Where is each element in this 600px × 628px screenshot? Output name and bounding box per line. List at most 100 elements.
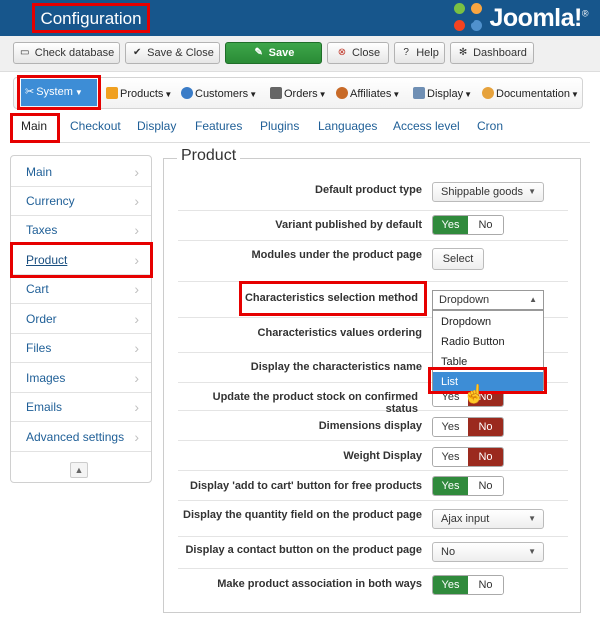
tab-languages[interactable]: Languages (318, 119, 377, 133)
option-radio-button[interactable]: Radio Button (433, 332, 543, 352)
add-to-cart-free-toggle[interactable]: Yes No (432, 476, 504, 496)
toggle-yes[interactable]: Yes (433, 477, 468, 495)
hand-cursor-icon: ☝ (463, 384, 486, 404)
customers-icon (181, 87, 193, 99)
tab-features[interactable]: Features (195, 119, 242, 133)
highlight-sidebar-product (10, 242, 153, 278)
sidebar-item-emails[interactable]: Emails › (11, 393, 151, 422)
check-database-icon: ▭ (20, 47, 30, 58)
menu-products[interactable]: Products▼ (106, 86, 172, 102)
highlight-list-option (428, 367, 547, 394)
contact-button-select[interactable]: No ▼ (432, 542, 544, 562)
tab-main[interactable]: Main (21, 119, 47, 133)
label-default-product-type: Default product type (315, 184, 422, 196)
check-database-button[interactable]: ▭ Check database (13, 42, 120, 64)
label-quantity-field: Display the quantity field on the produc… (183, 509, 422, 521)
tab-plugins[interactable]: Plugins (260, 119, 299, 133)
joomla-logo: Joomla!® (453, 3, 589, 33)
menu-orders[interactable]: Orders▼ (270, 86, 327, 102)
toggle-no[interactable]: No (468, 448, 503, 466)
tab-display[interactable]: Display (137, 119, 176, 133)
default-product-type-select[interactable]: Shippable goods ▼ (432, 182, 544, 202)
modules-select-button[interactable]: Select (432, 248, 484, 270)
fieldset-border (163, 158, 177, 159)
label-contact-button: Display a contact button on the product … (185, 544, 422, 556)
sidebar-item-advanced-settings[interactable]: Advanced settings › (11, 423, 151, 452)
display-icon (413, 87, 425, 99)
save-close-button[interactable]: ✔ Save & Close (125, 42, 220, 64)
highlight-system-menu (17, 75, 101, 110)
close-circle-icon: ⊗ (337, 47, 347, 58)
chevron-up-icon: ▲ (529, 295, 537, 304)
chevron-right-icon: › (134, 429, 139, 445)
toggle-yes[interactable]: Yes (433, 448, 468, 466)
toggle-no[interactable]: No (468, 576, 503, 594)
question-icon: ? (403, 47, 409, 58)
label-display-characteristics-name: Display the characteristics name (250, 361, 422, 373)
toggle-yes[interactable]: Yes (433, 418, 468, 436)
caret-down-icon: ▼ (392, 90, 401, 99)
help-button[interactable]: ? Help (394, 42, 445, 64)
fieldset-legend: Product (181, 147, 237, 164)
joomla-wordmark: Joomla!® (489, 3, 589, 32)
menu-documentation[interactable]: Documentation▼ (482, 86, 579, 102)
tab-cron[interactable]: Cron (477, 119, 503, 133)
orders-icon (270, 87, 282, 99)
menu-display[interactable]: Display▼ (413, 86, 472, 102)
fieldset-border (580, 158, 581, 613)
weight-display-toggle[interactable]: Yes No (432, 447, 504, 467)
label-variant-published: Variant published by default (275, 219, 422, 231)
highlight-characteristics-label (239, 281, 427, 316)
menu-customers[interactable]: Customers▼ (181, 86, 257, 102)
affiliates-icon (336, 87, 348, 99)
tab-access-level[interactable]: Access level (393, 119, 460, 133)
caret-down-icon: ▼ (249, 90, 258, 99)
characteristics-method-select[interactable]: Dropdown ▲ (432, 290, 544, 310)
dashboard-button[interactable]: ✻ Dashboard (450, 42, 534, 64)
check-icon: ✔ (132, 47, 142, 58)
fieldset-border (163, 158, 164, 613)
chevron-right-icon: › (134, 311, 139, 327)
label-association-both-ways: Make product association in both ways (217, 578, 422, 590)
label-characteristics-values-ordering: Characteristics values ordering (257, 327, 422, 339)
chevron-down-icon: ▼ (528, 514, 536, 523)
chevron-right-icon: › (134, 370, 139, 386)
toggle-no[interactable]: No (468, 418, 503, 436)
sidebar-item-order[interactable]: Order › (11, 305, 151, 334)
sidebar: Main › Currency › Taxes › Product › Cart › Or… (10, 155, 152, 483)
toggle-no[interactable]: No (468, 216, 503, 234)
form-row (178, 241, 568, 282)
sidebar-item-main[interactable]: Main › (11, 158, 151, 187)
sidebar-item-cart[interactable]: Cart › (11, 275, 151, 304)
option-dropdown[interactable]: Dropdown (433, 312, 543, 332)
sidebar-item-images[interactable]: Images › (11, 364, 151, 393)
tab-checkout[interactable]: Checkout (70, 119, 121, 133)
dashboard-icon: ✻ (458, 47, 468, 58)
label-modules-under: Modules under the product page (251, 249, 422, 261)
toggle-yes[interactable]: Yes (433, 576, 468, 594)
label-weight-display: Weight Display (343, 450, 422, 462)
chevron-right-icon: › (134, 340, 139, 356)
edit-icon: ✎ (254, 47, 263, 58)
save-button[interactable]: ✎ Save (225, 42, 322, 64)
chevron-right-icon: › (134, 281, 139, 297)
caret-down-icon: ▼ (571, 90, 579, 99)
label-add-to-cart-free: Display 'add to cart' button for free pr… (190, 480, 422, 492)
sidebar-item-currency[interactable]: Currency › (11, 187, 151, 216)
chevron-right-icon: › (134, 399, 139, 415)
association-both-toggle[interactable]: Yes No (432, 575, 504, 595)
dimensions-display-toggle[interactable]: Yes No (432, 417, 504, 437)
toggle-yes[interactable]: Yes (433, 216, 468, 234)
sidebar-item-files[interactable]: Files › (11, 334, 151, 363)
header-bar: Configuration Joomla!® (0, 0, 600, 36)
chevron-down-icon: ▼ (528, 187, 536, 196)
toggle-no[interactable]: No (468, 477, 503, 495)
close-button[interactable]: ⊗ Close (327, 42, 389, 64)
tab-divider (60, 142, 590, 143)
variant-published-toggle[interactable]: Yes No (432, 215, 504, 235)
chevron-right-icon: › (134, 222, 139, 238)
sidebar-collapse-icon[interactable]: ▲ (70, 462, 88, 478)
quantity-field-select[interactable]: Ajax input ▼ (432, 509, 544, 529)
sidebar-item-taxes[interactable]: Taxes › (11, 216, 151, 245)
menu-affiliates[interactable]: Affiliates▼ (336, 86, 400, 102)
